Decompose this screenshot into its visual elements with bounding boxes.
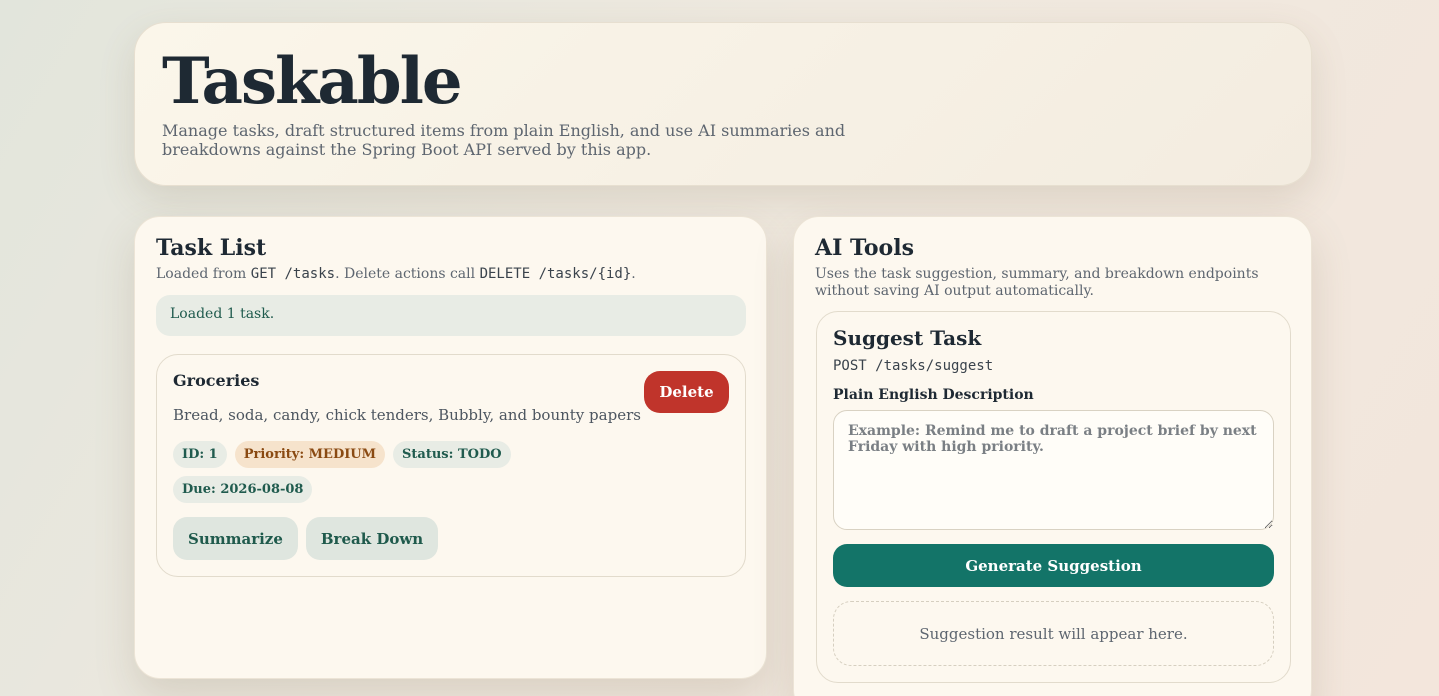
subtitle-text: .: [631, 266, 636, 282]
task-list-subtitle: Loaded from GET /tasks. Delete actions c…: [156, 266, 636, 283]
task-card: Groceries Bread, soda, candy, chick tend…: [156, 354, 746, 577]
load-status-message: Loaded 1 task.: [156, 295, 746, 336]
subtitle-text: Loaded from: [156, 266, 251, 282]
get-endpoint: GET /tasks: [250, 266, 336, 282]
subtitle-text: . Delete actions call: [335, 266, 480, 282]
priority-chip: Priority: MEDIUM: [234, 441, 386, 468]
app-description: Manage tasks, draft structured items fro…: [162, 121, 846, 159]
ai-tools-panel: AI Tools Uses the task suggestion, summa…: [793, 216, 1312, 696]
suggest-task-card: Suggest Task POST /tasks/suggest Plain E…: [816, 311, 1291, 683]
id-chip: ID: 1: [173, 441, 227, 468]
task-actions: Summarize Break Down: [173, 517, 439, 560]
generate-suggestion-button[interactable]: Generate Suggestion: [833, 544, 1274, 587]
app-title: Taskable: [162, 44, 463, 119]
due-chip-row: Due: 2026-08-08: [173, 476, 313, 503]
task-list-panel: Task List Loaded from GET /tasks. Delete…: [134, 216, 767, 679]
task-title: Groceries: [173, 371, 260, 390]
task-meta-chips: ID: 1 Priority: MEDIUM Status: TODO: [173, 441, 613, 468]
ai-tools-subtitle: Uses the task suggestion, summary, and b…: [815, 266, 1259, 299]
description-textarea[interactable]: [833, 410, 1274, 530]
due-chip: Due: 2026-08-08: [173, 476, 313, 503]
status-chip: Status: TODO: [393, 441, 511, 468]
ai-tools-title: AI Tools: [815, 235, 914, 261]
summarize-button[interactable]: Summarize: [173, 517, 298, 560]
description-field-label: Plain English Description: [833, 387, 1034, 403]
suggest-endpoint: POST /tasks/suggest: [833, 358, 994, 374]
app-header: Taskable Manage tasks, draft structured …: [134, 22, 1312, 186]
task-description: Bread, soda, candy, chick tenders, Bubbl…: [173, 406, 641, 424]
task-list-title: Task List: [156, 235, 267, 261]
break-down-button[interactable]: Break Down: [305, 517, 439, 560]
suggest-task-title: Suggest Task: [833, 326, 982, 350]
delete-endpoint: DELETE /tasks/{id}: [479, 266, 632, 282]
delete-button[interactable]: Delete: [644, 371, 729, 413]
suggestion-result-area: Suggestion result will appear here.: [833, 601, 1274, 666]
